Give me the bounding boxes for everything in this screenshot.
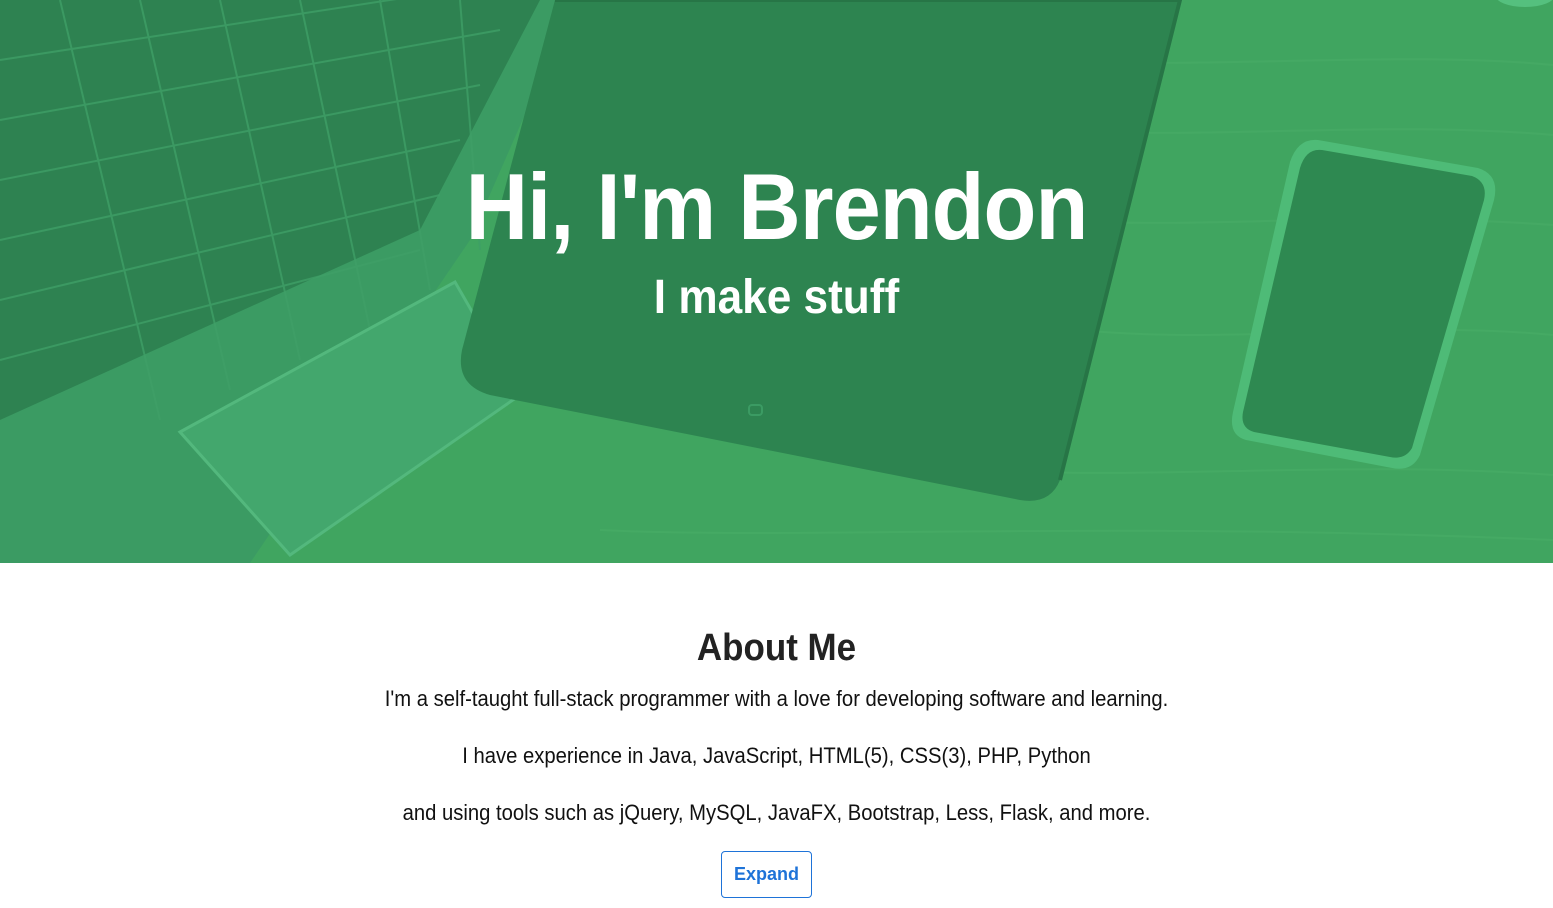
about-heading: About Me: [696, 627, 857, 669]
about-text-line: and using tools such as jQuery, MySQL, J…: [402, 800, 1151, 825]
hero-title: Hi, I'm Brendon: [465, 154, 1089, 259]
about-text-line: I'm a self-taught full-stack programmer …: [384, 686, 1169, 711]
hero-banner: Hi, I'm Brendon I make stuff: [0, 0, 1553, 563]
hero-subtitle: I make stuff: [653, 271, 900, 324]
about-text-line: I have experience in Java, JavaScript, H…: [462, 743, 1091, 768]
about-section: About Me I'm a self-taught full-stack pr…: [0, 563, 1553, 908]
expand-button[interactable]: Expand: [721, 851, 812, 898]
